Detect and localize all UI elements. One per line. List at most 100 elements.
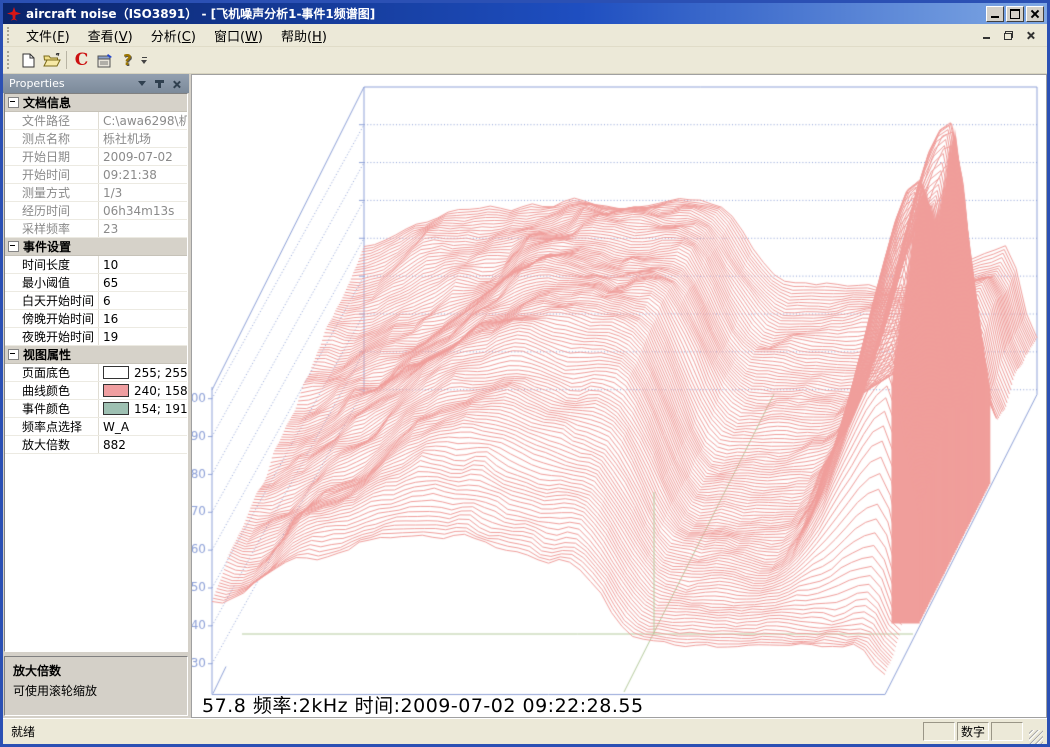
property-section-title: 视图属性: [23, 346, 71, 363]
property-value[interactable]: 06h34m13s: [98, 202, 187, 219]
property-value[interactable]: 10: [98, 256, 187, 273]
status-ready-text: 就绪: [7, 723, 921, 740]
property-label: 开始日期: [5, 148, 98, 165]
property-value[interactable]: 23: [98, 220, 187, 237]
property-row[interactable]: 页面底色 255; 255; 25: [5, 364, 187, 382]
property-label: 放大倍数: [5, 436, 98, 453]
panel-close-icon: [172, 80, 180, 88]
property-value[interactable]: 154; 191; 18: [98, 400, 187, 417]
mdi-minimize-button[interactable]: [979, 29, 993, 41]
property-value-text: 1/3: [103, 186, 122, 200]
maximize-button[interactable]: [1006, 6, 1024, 22]
new-file-icon: [22, 53, 35, 68]
open-file-button[interactable]: [40, 49, 63, 71]
mdi-restore-icon: [1004, 31, 1013, 40]
close-button[interactable]: [1026, 6, 1044, 22]
panel-menu-button[interactable]: [135, 78, 149, 90]
property-grid: 文档信息文件路径C:\awa6298\机场测点名称栎社机场开始日期2009-07…: [4, 93, 188, 652]
toolbar: C ?: [3, 47, 1047, 74]
property-row[interactable]: 时间长度10: [5, 256, 187, 274]
menu-item-2[interactable]: 分析(C): [142, 24, 205, 47]
property-row[interactable]: 开始日期2009-07-02: [5, 148, 187, 166]
mdi-close-button[interactable]: [1023, 29, 1037, 41]
collapse-icon[interactable]: [8, 349, 19, 360]
property-value[interactable]: 882: [98, 436, 187, 453]
property-row[interactable]: 采样频率23: [5, 220, 187, 238]
mdi-minimize-icon: [983, 37, 990, 39]
property-row[interactable]: 频率点选择W_A: [5, 418, 187, 436]
property-value[interactable]: 2009-07-02: [98, 148, 187, 165]
property-value[interactable]: 1/3: [98, 184, 187, 201]
property-label: 曲线颜色: [5, 382, 98, 399]
menu-item-1[interactable]: 查看(V): [79, 24, 142, 47]
property-label: 文件路径: [5, 112, 98, 129]
property-row[interactable]: 测点名称栎社机场: [5, 130, 187, 148]
property-label: 经历时间: [5, 202, 98, 219]
property-row[interactable]: 放大倍数882: [5, 436, 187, 454]
property-value[interactable]: 6: [98, 292, 187, 309]
property-label: 开始时间: [5, 166, 98, 183]
property-row[interactable]: 事件颜色154; 191; 18: [5, 400, 187, 418]
title-bar[interactable]: aircraft noise（ISO3891） - [飞机噪声分析1-事件1频谱…: [3, 3, 1047, 24]
new-file-button[interactable]: [17, 49, 40, 71]
minimize-icon: [991, 16, 999, 18]
property-row[interactable]: 测量方式 1/3: [5, 184, 187, 202]
menu-item-0[interactable]: 文件(F): [17, 24, 79, 47]
property-section-row[interactable]: 文档信息: [5, 94, 187, 112]
property-label: 傍晚开始时间: [5, 310, 98, 327]
property-value[interactable]: 栎社机场: [98, 130, 187, 147]
property-value[interactable]: C:\awa6298\机场: [98, 112, 187, 129]
toolbar-grip-handle[interactable]: [7, 51, 14, 69]
panel-pin-button[interactable]: [152, 78, 166, 90]
color-swatch[interactable]: [103, 384, 129, 397]
property-section-title: 文档信息: [23, 94, 71, 111]
property-section-row[interactable]: 视图属性: [5, 346, 187, 364]
property-value-text: 06h34m13s: [103, 204, 174, 218]
property-value[interactable]: 65: [98, 274, 187, 291]
property-description-title: 放大倍数: [13, 662, 179, 679]
property-value[interactable]: 16: [98, 310, 187, 327]
resize-grip[interactable]: [1029, 730, 1043, 744]
analysis-c-button[interactable]: C: [70, 49, 93, 71]
property-value[interactable]: 240; 158; 15: [98, 382, 187, 399]
minimize-button[interactable]: [986, 6, 1004, 22]
property-value[interactable]: 255; 255; 25: [98, 364, 187, 381]
menu-item-4[interactable]: 帮助(H): [272, 24, 336, 47]
property-row[interactable]: 开始时间09:21:38: [5, 166, 187, 184]
property-label: 测量方式: [5, 184, 98, 201]
property-value-text: 65: [103, 276, 118, 290]
property-label: 页面底色: [5, 364, 98, 381]
menu-grip-handle[interactable]: [7, 27, 14, 42]
collapse-icon[interactable]: [8, 241, 19, 252]
properties-button[interactable]: [93, 49, 116, 71]
toolbar-overflow-icon: [142, 57, 147, 58]
property-row[interactable]: 曲线颜色240; 158; 15: [5, 382, 187, 400]
waterfall-chart[interactable]: [192, 75, 1047, 718]
property-value[interactable]: W_A: [98, 418, 187, 435]
mdi-restore-button[interactable]: [1001, 29, 1015, 41]
property-row[interactable]: 文件路径C:\awa6298\机场: [5, 112, 187, 130]
panel-close-button[interactable]: [169, 78, 183, 90]
property-row[interactable]: 经历时间 06h34m13s: [5, 202, 187, 220]
close-icon: [1030, 9, 1040, 19]
property-label: 夜晚开始时间: [5, 328, 98, 345]
property-row[interactable]: 夜晚开始时间19: [5, 328, 187, 346]
property-row[interactable]: 白天开始时间6: [5, 292, 187, 310]
color-swatch[interactable]: [103, 402, 129, 415]
property-section-row[interactable]: 事件设置: [5, 238, 187, 256]
property-row[interactable]: 傍晚开始时间16: [5, 310, 187, 328]
property-row[interactable]: 最小阈值65: [5, 274, 187, 292]
property-value[interactable]: 09:21:38: [98, 166, 187, 183]
help-button[interactable]: ?: [116, 49, 139, 71]
property-description-text: 可使用滚轮缩放: [13, 682, 179, 699]
toolbar-separator: [66, 51, 67, 69]
menu-item-3[interactable]: 窗口(W): [205, 24, 272, 47]
open-folder-icon: [43, 53, 61, 67]
toolbar-overflow-button[interactable]: [141, 57, 147, 64]
color-swatch[interactable]: [103, 366, 129, 379]
property-value-text: 255; 255; 25: [134, 366, 187, 380]
properties-panel-header[interactable]: Properties: [3, 74, 189, 93]
property-value-text: 10: [103, 258, 118, 272]
collapse-icon[interactable]: [8, 97, 19, 108]
property-value[interactable]: 19: [98, 328, 187, 345]
